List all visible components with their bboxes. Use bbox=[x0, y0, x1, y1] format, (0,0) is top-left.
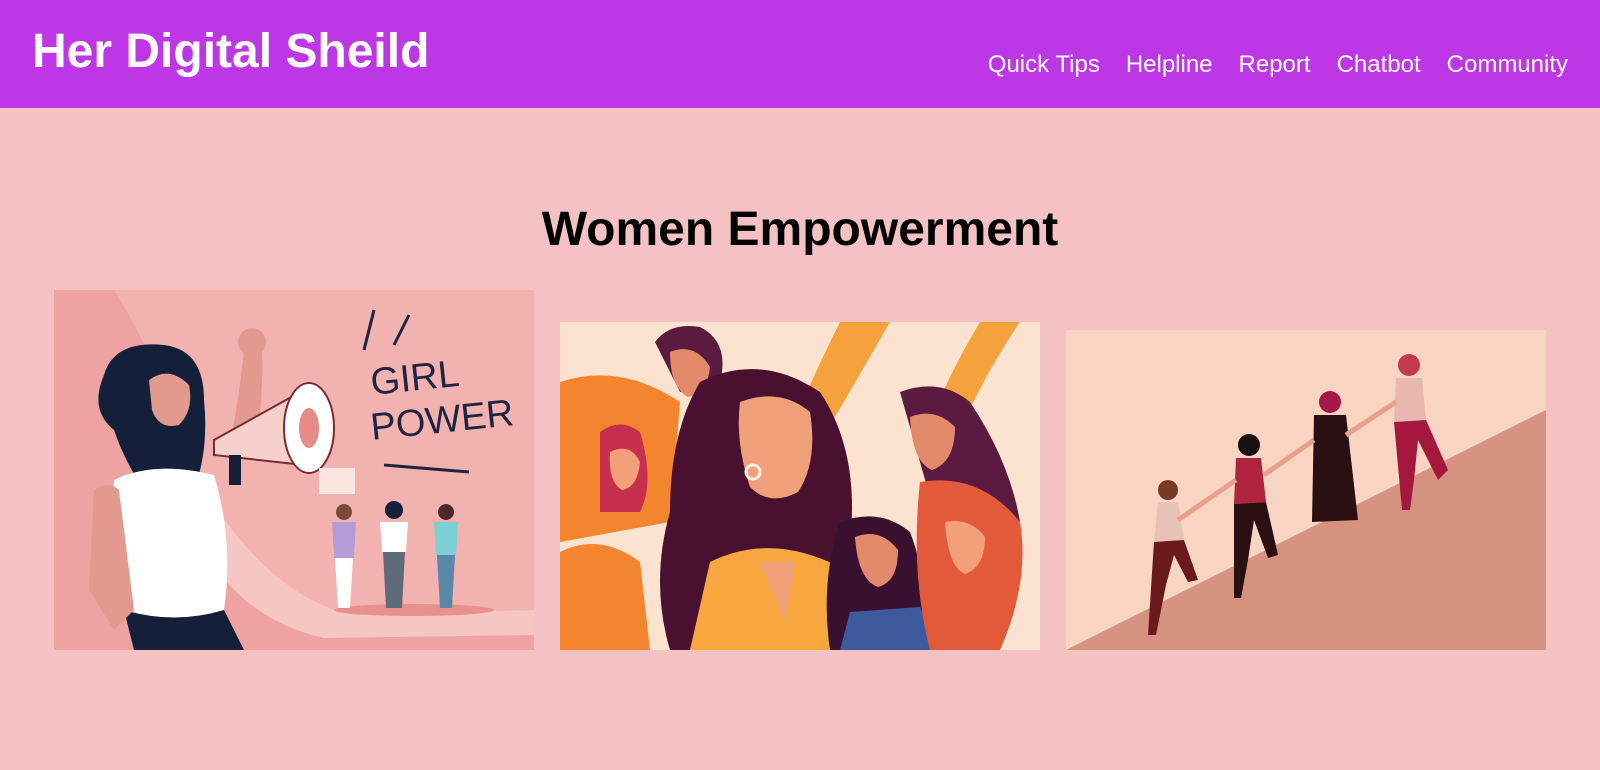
women-group-portrait-illustration bbox=[560, 322, 1040, 650]
nav-quick-tips[interactable]: Quick Tips bbox=[988, 50, 1100, 80]
nav-helpline[interactable]: Helpline bbox=[1126, 50, 1213, 80]
girl-power-megaphone-illustration: GIRL POWER bbox=[54, 290, 534, 650]
nav-report[interactable]: Report bbox=[1239, 50, 1311, 80]
section-title: Women Empowerment bbox=[541, 203, 1059, 256]
top-navbar: Her Digital Sheild Quick Tips Helpline R… bbox=[0, 0, 1600, 108]
site-brand[interactable]: Her Digital Sheild bbox=[32, 24, 429, 80]
nav-chatbot[interactable]: Chatbot bbox=[1337, 50, 1421, 80]
main-nav: Quick Tips Helpline Report Chatbot Commu… bbox=[988, 50, 1568, 80]
women-climbing-stairs-illustration bbox=[1066, 330, 1546, 650]
nav-community[interactable]: Community bbox=[1447, 50, 1568, 80]
